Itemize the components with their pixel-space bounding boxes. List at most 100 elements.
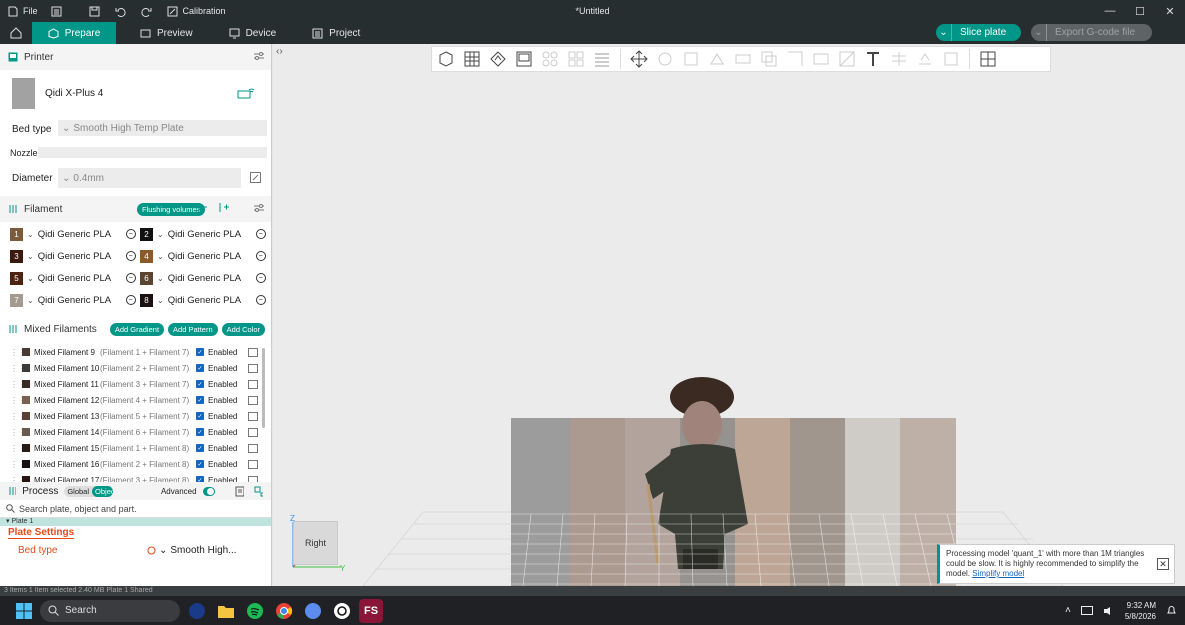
auto-orient-tool[interactable] xyxy=(486,48,510,70)
filament-sync-icon[interactable] xyxy=(197,202,208,213)
remove-filament-icon[interactable]: − xyxy=(125,295,136,305)
filament-slot-7[interactable]: 7 ⌄ Qidi Generic PLA − xyxy=(10,292,140,308)
redo-button[interactable] xyxy=(134,0,160,22)
mixed-filament-menu-icon[interactable] xyxy=(248,459,258,469)
object-search-row[interactable]: Search plate, object and part. xyxy=(0,500,271,518)
drag-handle-icon[interactable]: ⋮⋮ xyxy=(10,396,26,405)
enabled-checkbox[interactable]: ✓ xyxy=(196,412,204,420)
enabled-checkbox[interactable]: ✓ xyxy=(196,364,204,372)
filament-slot-2[interactable]: 2 ⌄ Qidi Generic PLA − xyxy=(140,226,270,242)
filament-color-swatch[interactable]: 1 xyxy=(10,227,23,241)
filament-add-icon[interactable] xyxy=(218,202,229,213)
bed-type-select[interactable]: ⌄ Smooth High Temp Plate xyxy=(58,120,267,136)
add-pattern-button[interactable]: Add Pattern xyxy=(168,323,218,336)
move-tool[interactable] xyxy=(627,48,651,70)
enabled-checkbox[interactable]: ✓ xyxy=(196,428,204,436)
mixed-filament-menu-icon[interactable] xyxy=(248,443,258,453)
mixed-filament-menu-icon[interactable] xyxy=(248,379,258,389)
edit-icon[interactable] xyxy=(250,172,261,183)
global-objects-toggle[interactable]: Global Objects xyxy=(64,485,113,497)
process-settings-icon[interactable] xyxy=(254,486,263,497)
advanced-toggle[interactable] xyxy=(202,486,215,496)
slice-dropdown-icon[interactable]: ⌄ xyxy=(936,24,952,41)
filament-color-swatch[interactable]: 4 xyxy=(140,249,153,263)
remove-filament-icon[interactable]: − xyxy=(125,229,136,239)
drag-handle-icon[interactable]: ⋮⋮ xyxy=(10,412,26,421)
simplify-model-link[interactable]: Simplify model xyxy=(972,569,1024,578)
home-button[interactable] xyxy=(0,22,32,44)
drag-handle-icon[interactable]: ⋮⋮ xyxy=(10,444,26,453)
3d-viewport[interactable]: Z Y Right ‹› Processing model 'quant_1' … xyxy=(273,44,1185,586)
save-button[interactable] xyxy=(82,0,108,22)
taskbar-app-mixed[interactable] xyxy=(185,599,209,623)
start-button[interactable] xyxy=(12,599,36,623)
enabled-checkbox[interactable]: ✓ xyxy=(196,348,204,356)
mixed-filament-menu-icon[interactable] xyxy=(248,427,258,437)
remove-filament-icon[interactable]: − xyxy=(255,251,266,261)
notification-bell-icon[interactable] xyxy=(1166,605,1177,616)
filament-settings-icon[interactable] xyxy=(253,202,265,214)
global-option[interactable]: Global xyxy=(64,486,92,497)
taskbar-chatgpt[interactable] xyxy=(330,599,354,623)
add-plate-tool[interactable] xyxy=(460,48,484,70)
filament-color-swatch[interactable]: 2 xyxy=(140,227,153,241)
assembly-view-tool[interactable] xyxy=(976,48,1000,70)
plate-1-item[interactable]: ▾ Plate 1 xyxy=(0,518,271,526)
enabled-checkbox[interactable]: ✓ xyxy=(196,444,204,452)
add-object-tool[interactable] xyxy=(434,48,458,70)
text-tool[interactable] xyxy=(861,48,885,70)
taskbar-search[interactable]: Search xyxy=(40,599,180,622)
enabled-checkbox[interactable]: ✓ xyxy=(196,396,204,404)
filament-color-swatch[interactable]: 3 xyxy=(10,249,23,263)
tab-prepare[interactable]: Prepare xyxy=(32,22,116,44)
export-gcode-button[interactable]: ⌄ Export G-code file xyxy=(1031,24,1152,41)
remove-filament-icon[interactable]: − xyxy=(125,273,136,283)
drag-handle-icon[interactable]: ⋮⋮ xyxy=(10,380,26,389)
printer-wifi-icon[interactable] xyxy=(237,87,255,99)
add-gradient-button[interactable]: Add Gradient xyxy=(109,323,165,336)
enabled-checkbox[interactable]: ✓ xyxy=(196,380,204,388)
objects-option[interactable]: Objects xyxy=(92,485,113,497)
mixed-filament-menu-icon[interactable] xyxy=(248,411,258,421)
filament-slot-3[interactable]: 3 ⌄ Qidi Generic PLA − xyxy=(10,248,140,264)
filament-slot-6[interactable]: 6 ⌄ Qidi Generic PLA − xyxy=(140,270,270,286)
tray-overflow-icon[interactable]: ˄ xyxy=(1065,605,1071,616)
taskbar-file-explorer[interactable] xyxy=(214,599,238,623)
nozzle-field[interactable] xyxy=(38,147,267,158)
filament-color-swatch[interactable]: 7 xyxy=(10,293,23,307)
tab-device[interactable]: Device xyxy=(217,22,289,44)
maximize-button[interactable]: ☐ xyxy=(1125,0,1155,22)
collapse-sidebar-button[interactable]: ‹› xyxy=(276,46,283,57)
filament-color-swatch[interactable]: 6 xyxy=(140,271,153,285)
mixed-filament-menu-icon[interactable] xyxy=(248,395,258,405)
add-color-button[interactable]: Add Color xyxy=(221,323,265,336)
printer-settings-icon[interactable] xyxy=(253,50,265,62)
calibration-menu[interactable]: Calibration xyxy=(160,0,232,22)
mixed-filament-menu-icon[interactable] xyxy=(248,363,258,373)
printer-selector[interactable]: Qidi X-Plus 4 xyxy=(0,70,271,116)
view-cube[interactable]: Right xyxy=(293,521,338,565)
drag-handle-icon[interactable]: ⋮⋮ xyxy=(10,428,26,437)
plate-bed-type-select[interactable]: ⌄ Smooth High... xyxy=(147,545,237,556)
display-icon[interactable] xyxy=(1080,605,1093,616)
taskbar-app-gb[interactable] xyxy=(301,599,325,623)
close-window-button[interactable]: ✕ xyxy=(1155,0,1185,22)
minimize-button[interactable]: — xyxy=(1095,0,1125,22)
remove-filament-icon[interactable]: − xyxy=(255,229,266,239)
drag-handle-icon[interactable]: ⋮⋮ xyxy=(10,460,26,469)
filament-slot-1[interactable]: 1 ⌄ Qidi Generic PLA − xyxy=(10,226,140,242)
tab-preview[interactable]: Preview xyxy=(128,22,205,44)
taskbar-chrome[interactable] xyxy=(272,599,296,623)
undo-button[interactable] xyxy=(108,0,134,22)
drag-handle-icon[interactable]: ⋮⋮ xyxy=(10,364,26,373)
taskbar-spotify[interactable] xyxy=(243,599,267,623)
enabled-checkbox[interactable]: ✓ xyxy=(196,460,204,468)
slice-plate-button[interactable]: ⌄ Slice plate xyxy=(936,24,1021,41)
drag-handle-icon[interactable]: ⋮⋮ xyxy=(10,348,26,357)
diameter-select[interactable]: ⌄ 0.4mm xyxy=(58,168,241,188)
export-dropdown-icon[interactable]: ⌄ xyxy=(1031,24,1047,41)
tab-project[interactable]: Project xyxy=(300,22,372,44)
arrange-tool[interactable] xyxy=(512,48,536,70)
menu-button[interactable] xyxy=(44,0,70,22)
mixed-filament-menu-icon[interactable] xyxy=(248,347,258,357)
